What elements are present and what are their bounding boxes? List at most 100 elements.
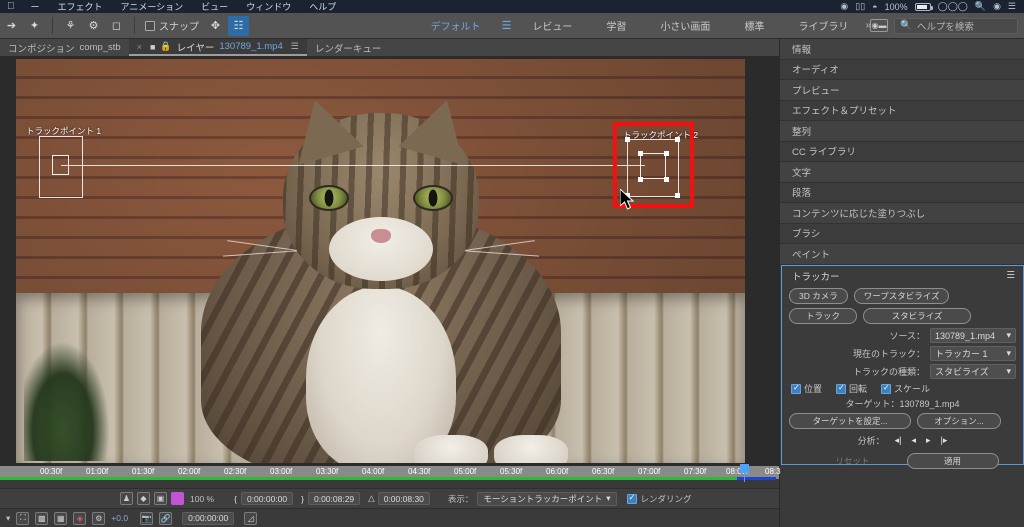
panel-item-brushes[interactable]: ブラシ	[780, 223, 1024, 244]
snap-checkbox[interactable]	[145, 20, 155, 31]
tracker-current-select[interactable]: トラッカー 1 ▾	[930, 346, 1016, 361]
os-menu-item-4[interactable]: ウィンドウ	[237, 0, 300, 13]
workspace-menu-icon[interactable]: ☰	[498, 19, 516, 32]
analyze-back-frame-icon[interactable]: ◂|	[895, 435, 902, 446]
os-menu-item-3[interactable]: ビュー	[192, 0, 237, 13]
layer-viewer[interactable]: トラックポイント 1 トラックポイント 2	[0, 56, 779, 466]
tracker-rotation-toggle[interactable]: 回転	[836, 382, 867, 395]
feature-handle-tr[interactable]	[664, 151, 669, 156]
duration-value[interactable]: 0:00:08:30	[377, 492, 430, 505]
snapshot-camera-icon[interactable]: 📷	[140, 511, 154, 525]
track-handle-br[interactable]	[675, 193, 680, 198]
analyze-forward-icon[interactable]: ▸	[926, 435, 931, 446]
tab-layer[interactable]: × ■ 🔒 レイヤー 130789_1.mp4 ☰	[128, 39, 307, 56]
battery-icon[interactable]	[914, 2, 933, 11]
tracker-scale-toggle[interactable]: スケール	[881, 382, 930, 395]
apple-menu-icon[interactable]: 	[0, 1, 22, 12]
help-search-box[interactable]: 🔍 ヘルプを検索	[894, 17, 1018, 34]
scale-checkbox[interactable]	[881, 383, 892, 394]
anchor-tool-icon[interactable]: ✥	[205, 16, 226, 36]
view-select[interactable]: モーショントラッカーポイント ▾	[477, 491, 617, 506]
lock-icon[interactable]: 🔒	[160, 41, 171, 52]
workspace-tab-learn[interactable]: 学習	[589, 13, 643, 38]
os-menu-item-5[interactable]: ヘルプ	[300, 0, 345, 13]
rotation-checkbox[interactable]	[836, 383, 847, 394]
pin-tool-icon[interactable]: ⚙	[83, 16, 104, 36]
feature-handle-bl[interactable]	[638, 177, 643, 182]
fit-to-window-icon[interactable]: ⛶	[16, 511, 30, 525]
timeline-playhead[interactable]	[740, 464, 749, 473]
search-icon[interactable]: 🔍	[975, 1, 986, 12]
channel-icon[interactable]: ◆	[137, 492, 150, 505]
workspace-tab-standard[interactable]: 標準	[727, 13, 781, 38]
panel-menu-icon[interactable]: ☰	[1006, 270, 1015, 281]
apply-button[interactable]: 適用	[906, 453, 999, 469]
list-icon[interactable]: ☰	[1008, 1, 1016, 12]
position-checkbox[interactable]	[791, 383, 801, 394]
feature-handle-br[interactable]	[664, 177, 669, 182]
panel-item-paragraph[interactable]: 段落	[780, 182, 1024, 203]
analyze-backward-icon[interactable]: ◂	[911, 435, 916, 446]
tab-render-queue[interactable]: レンダーキュー	[307, 39, 390, 56]
workspace-tab-small-screen[interactable]: 小さい画面	[643, 13, 727, 38]
options-button[interactable]: オプション...	[917, 413, 1001, 429]
analyze-forward-frame-icon[interactable]: |▸	[941, 435, 948, 446]
wifi-icon[interactable]: ◓	[872, 2, 877, 12]
puppet-pin-tool-icon[interactable]: ⚘	[60, 16, 81, 36]
workspace-tab-default[interactable]: デフォルト	[414, 13, 498, 38]
display-icon[interactable]: ▯▯	[855, 1, 865, 12]
exposure-value[interactable]: +0.0	[111, 513, 128, 523]
snap-toggle[interactable]: スナップ	[145, 18, 199, 33]
workspace-tab-review[interactable]: レビュー	[515, 13, 589, 38]
person-icon[interactable]: ♟	[120, 492, 133, 505]
pixel-aspect-icon[interactable]: ◿	[244, 511, 258, 525]
mask-color-swatch[interactable]	[171, 492, 184, 505]
panel-item-effects-presets[interactable]: エフェクト＆プリセット	[780, 100, 1024, 121]
screen-record-icon[interactable]: ◉	[840, 1, 848, 12]
in-point-value[interactable]: 0:00:00:00	[240, 492, 294, 505]
panel-item-paint[interactable]: ペイント	[780, 244, 1024, 265]
track-point-2-feature-region[interactable]	[640, 153, 666, 179]
render-toggle[interactable]: レンダリング	[626, 493, 692, 505]
panel-item-preview[interactable]: プレビュー	[780, 80, 1024, 101]
os-menu-item-0[interactable]: ー	[22, 0, 49, 13]
panel-item-audio[interactable]: オーディオ	[780, 59, 1024, 80]
tracker-type-select[interactable]: スタビライズ ▾	[930, 364, 1016, 379]
track-3d-camera-button[interactable]: 3D カメラ	[789, 288, 848, 304]
panel-item-info[interactable]: 情報	[780, 39, 1024, 60]
panel-menu-icon[interactable]: ☰	[291, 41, 299, 52]
stabilize-motion-button[interactable]: スタビライズ	[863, 308, 971, 324]
os-menu-item-2[interactable]: アニメーション	[112, 0, 193, 13]
panel-item-character[interactable]: 文字	[780, 162, 1024, 183]
panel-item-content-aware-fill[interactable]: コンテンツに応じた塗りつぶし	[780, 203, 1024, 224]
out-point-value[interactable]: 0:00:08:29	[307, 492, 361, 505]
panel-item-cc-libraries[interactable]: CC ライブラリ	[780, 141, 1024, 162]
selection-tool-icon[interactable]: ➔	[1, 16, 22, 36]
transparency-grid-icon[interactable]: ⚙	[92, 511, 106, 525]
channel-rgb-icon[interactable]: ◈	[73, 511, 87, 525]
alpha-icon[interactable]: ▣	[154, 492, 167, 505]
roto-tool-icon[interactable]: ◻	[106, 16, 127, 36]
show-snapshot-icon[interactable]: 🔗	[159, 511, 173, 525]
panel-item-align[interactable]: 整列	[780, 121, 1024, 142]
safe-zones-icon[interactable]: ▩	[35, 511, 49, 525]
sync-settings-icon[interactable]: ◉▬	[870, 19, 888, 32]
tracker-source-select[interactable]: 130789_1.mp4 ▾	[930, 328, 1016, 343]
feature-handle-tl[interactable]	[638, 151, 643, 156]
tracker-position-toggle[interactable]: 位置	[791, 382, 822, 395]
close-icon[interactable]: ×	[137, 42, 142, 52]
hand-tool-icon[interactable]: ✦	[24, 16, 45, 36]
warp-stabilizer-button[interactable]: ワープスタビライズ	[853, 288, 950, 304]
reset-button[interactable]: リセット	[807, 453, 899, 469]
workspace-tab-library[interactable]: ライブラリ	[781, 13, 865, 38]
current-time-value[interactable]: 0:00:00:00	[182, 511, 235, 525]
grid-guides-icon[interactable]: ▦	[54, 511, 68, 525]
set-target-button[interactable]: ターゲットを設定...	[789, 413, 911, 429]
tab-composition[interactable]: コンポジション comp_stb	[0, 39, 129, 56]
region-of-interest-icon[interactable]: ☷	[228, 15, 249, 36]
control-center-icon[interactable]: ◉	[993, 1, 1001, 12]
render-checkbox[interactable]	[626, 493, 637, 504]
chevron-down-icon[interactable]: ▾	[6, 513, 10, 524]
os-menu-item-1[interactable]: エフェクト	[49, 0, 112, 13]
track-motion-button[interactable]: トラック	[789, 308, 857, 324]
